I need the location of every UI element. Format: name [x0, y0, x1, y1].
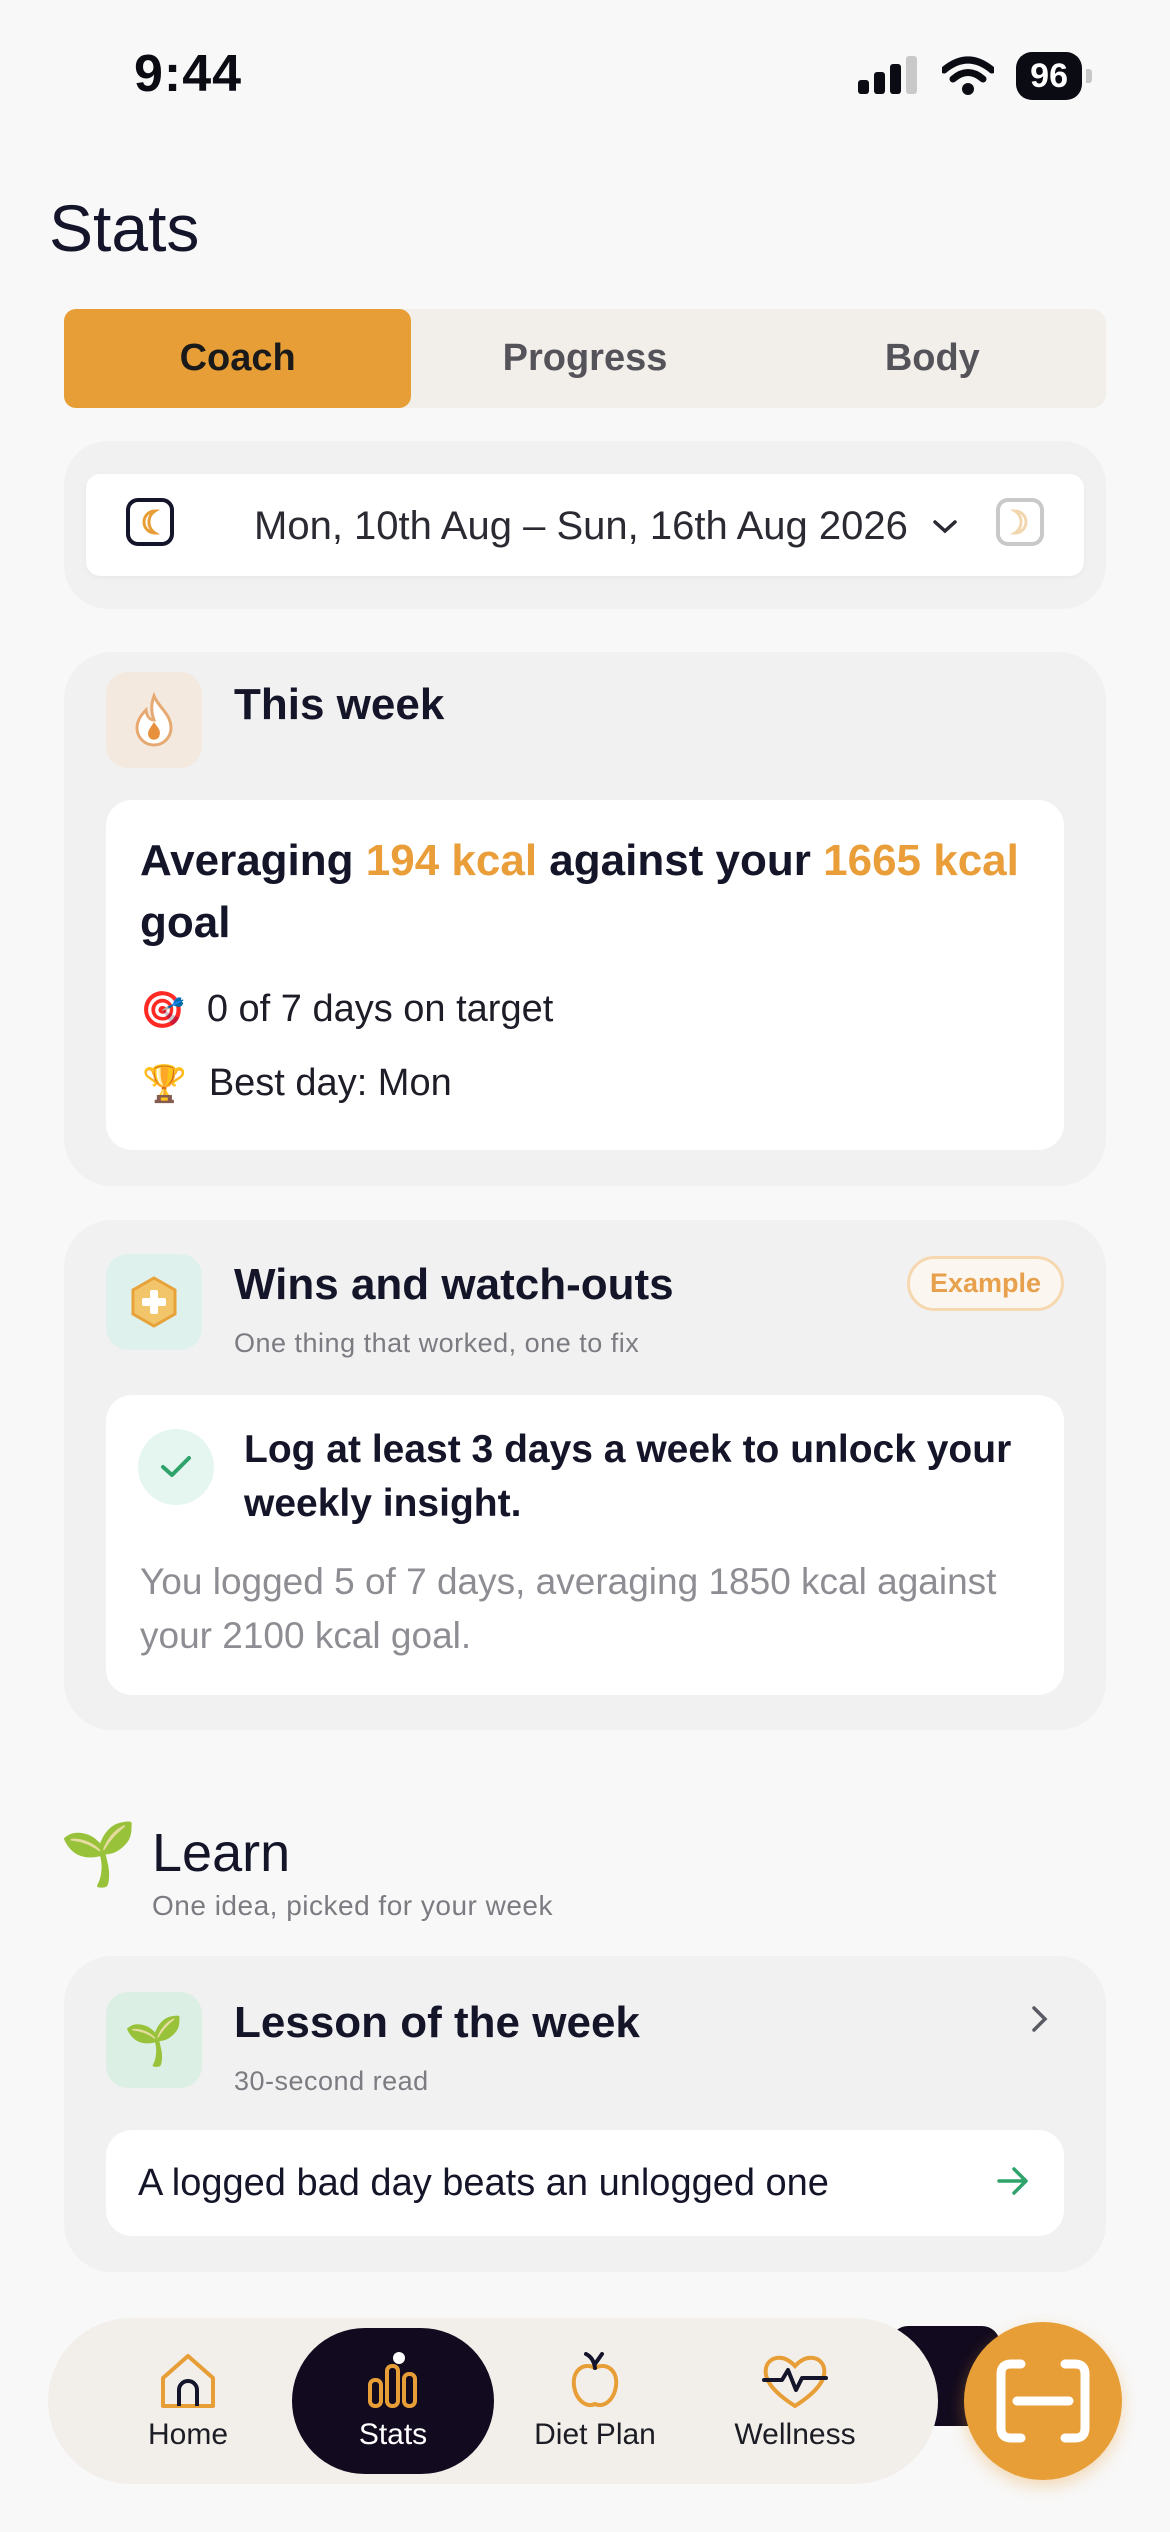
nav-diet-plan[interactable]: Diet Plan: [510, 2318, 680, 2484]
lesson-text: A logged bad day beats an unlogged one: [138, 2162, 829, 2204]
chevron-down-icon: [933, 519, 957, 533]
bottom-nav: Home Stats Diet Plan Wellness: [48, 2318, 938, 2484]
nav-wellness-label: Wellness: [734, 2418, 856, 2451]
scan-icon: [996, 2359, 1090, 2443]
medical-badge-icon: [131, 1276, 177, 1328]
best-day-row: 🏆 Best day: Mon: [142, 1062, 452, 1105]
moon-right-icon: [1009, 509, 1028, 535]
nav-home[interactable]: Home: [108, 2318, 268, 2484]
this-week-title: This week: [234, 680, 445, 729]
target-icon: 🎯: [140, 988, 185, 1030]
flame-icon: [135, 692, 173, 747]
battery-level: 96: [1016, 52, 1082, 100]
status-icons: 96: [858, 52, 1092, 100]
scan-fab-button[interactable]: [964, 2322, 1122, 2480]
status-time: 9:44: [134, 45, 243, 103]
example-badge: Example: [906, 1256, 1064, 1311]
nav-home-label: Home: [147, 2418, 229, 2451]
insight-body: You logged 5 of 7 days, averaging 1850 k…: [140, 1561, 997, 1656]
apple-icon: [571, 2352, 619, 2407]
date-range-label: Mon, 10th Aug – Sun, 16th Aug 2026: [254, 504, 908, 548]
nav-wellness[interactable]: Wellness: [710, 2318, 880, 2484]
days-on-target-text: 0 of 7 days on target: [206, 988, 554, 1030]
nav-stats[interactable]: Stats: [292, 2328, 494, 2474]
moon-left-icon: [142, 509, 161, 535]
lesson-row[interactable]: A logged bad day beats an unlogged one: [106, 2130, 1064, 2236]
stats-icon: [368, 2352, 417, 2408]
lesson-title: Lesson of the week: [234, 1998, 640, 2047]
tab-progress[interactable]: Progress: [411, 309, 758, 408]
check-icon: [161, 1456, 191, 1477]
insight-title: Log at least 3 days a week to unlock you…: [244, 1428, 1012, 1525]
heart-pulse-icon: [762, 2355, 828, 2409]
lesson-sprout-icon: 🌱: [124, 2014, 184, 2068]
avg-suffix: goal: [140, 898, 231, 947]
avg-kcal-value: 194 kcal: [365, 836, 538, 885]
lesson-icon-tile: 🌱: [106, 1992, 202, 2088]
segmented-tabs: Coach Progress Body: [64, 309, 1106, 408]
wifi-icon: [942, 56, 995, 95]
average-calories-text: Averaging 194 kcal against your 1665 kca…: [140, 830, 1040, 954]
lesson-subtitle: 30-second read: [234, 2066, 429, 2096]
tab-body[interactable]: Body: [759, 309, 1106, 408]
wins-title: Wins and watch-outs: [234, 1260, 674, 1309]
date-range-dropdown[interactable]: Mon, 10th Aug – Sun, 16th Aug 2026: [254, 504, 958, 549]
date-selector: Mon, 10th Aug – Sun, 16th Aug 2026: [86, 474, 1084, 576]
nav-stats-label: Stats: [358, 2418, 428, 2451]
wins-icon-tile: [106, 1254, 202, 1350]
wins-watchouts-card: Wins and watch-outs One thing that worke…: [64, 1220, 1106, 1730]
cellular-signal-icon: [858, 56, 918, 94]
learn-subtitle: One idea, picked for your week: [152, 1890, 553, 1921]
home-icon: [161, 2354, 215, 2408]
tab-coach[interactable]: Coach: [64, 309, 412, 408]
best-day-text: Best day: Mon: [208, 1062, 452, 1104]
learn-title: Learn: [152, 1823, 291, 1883]
previous-week-button[interactable]: [126, 498, 174, 546]
this-week-card: This week Averaging 194 kcal against you…: [64, 652, 1106, 1186]
goal-kcal-value: 1665 kcal: [823, 836, 1019, 885]
avg-middle: against your: [537, 836, 824, 885]
lesson-card[interactable]: 🌱 Lesson of the week 30-second read A lo…: [64, 1956, 1106, 2272]
wins-insight: Log at least 3 days a week to unlock you…: [106, 1395, 1064, 1695]
chevron-right-icon[interactable]: [1030, 2004, 1050, 2034]
trophy-icon: 🏆: [142, 1062, 187, 1104]
check-icon-circle: [138, 1429, 214, 1505]
sprout-icon: 🌱: [60, 1820, 138, 1889]
avg-prefix: Averaging: [140, 836, 366, 885]
wins-subtitle: One thing that worked, one to fix: [234, 1328, 640, 1358]
page-title: Stats: [49, 191, 200, 265]
arrow-right-icon[interactable]: [996, 2166, 1030, 2196]
battery-nub: [1086, 69, 1092, 83]
next-week-button[interactable]: [996, 498, 1044, 546]
flame-icon-tile: [106, 672, 202, 768]
nav-diet-plan-label: Diet Plan: [534, 2418, 656, 2451]
this-week-summary: Averaging 194 kcal against your 1665 kca…: [106, 800, 1064, 1150]
days-on-target-row: 🎯 0 of 7 days on target: [140, 988, 553, 1031]
